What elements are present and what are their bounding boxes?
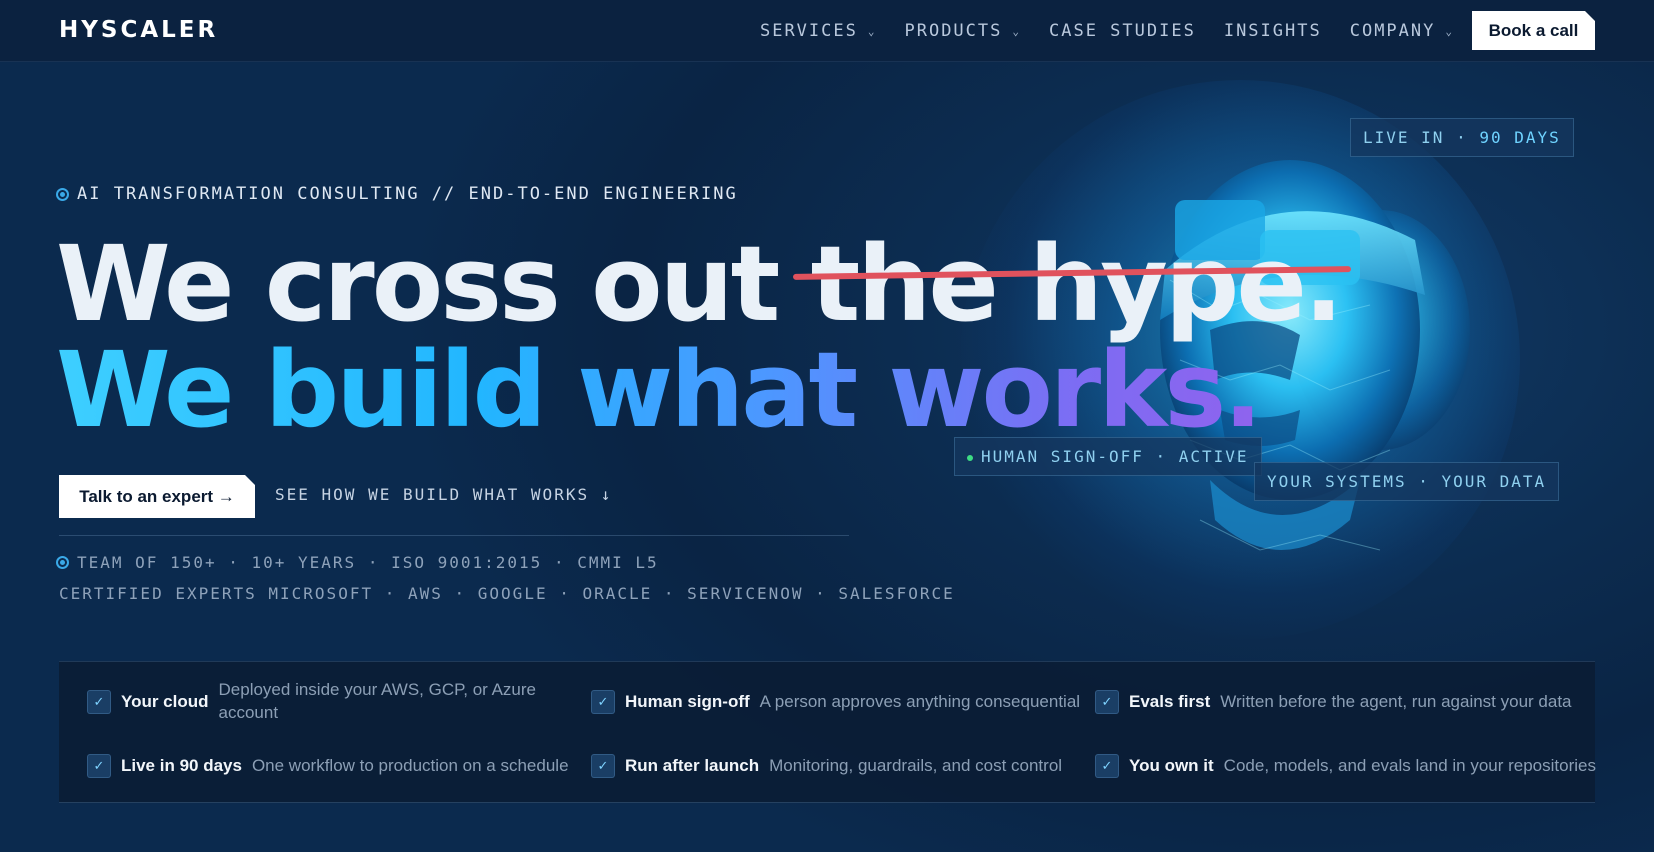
your-systems-tag: YOUR SYSTEMS · YOUR DATA (1254, 462, 1560, 501)
headline-line-2: We build what works. (56, 329, 1263, 451)
feature-item: ✓ Live in 90 days One workflow to produc… (87, 734, 591, 798)
nav-links: SERVICES ⌄ PRODUCTS ⌄ CASE STUDIES INSIG… (760, 0, 1454, 62)
nav-item-label: COMPANY (1349, 21, 1436, 41)
feature-title: Human sign-off (625, 692, 750, 711)
feature-desc: Written before the agent, run against yo… (1220, 691, 1572, 711)
live-in-prefix: LIVE IN · (1363, 128, 1480, 147)
see-how-link[interactable]: SEE HOW WE BUILD WHAT WORKS ↓ (275, 485, 612, 504)
nav-item-case-studies[interactable]: CASE STUDIES (1049, 21, 1196, 41)
feature-desc: A person approves anything consequential (759, 691, 1081, 711)
features-grid: ✓ Your cloud Deployed inside your AWS, G… (59, 661, 1596, 803)
check-icon: ✓ (591, 754, 615, 778)
status-dot-icon (967, 454, 973, 461)
chevron-down-icon: ⌄ (1012, 24, 1021, 38)
book-a-call-button[interactable]: Book a call (1472, 11, 1595, 50)
live-in-tag: LIVE IN · 90 DAYS (1350, 118, 1574, 157)
nav-item-services[interactable]: SERVICES ⌄ (760, 21, 877, 41)
chevron-down-icon: ⌄ (867, 24, 877, 38)
hero-eyebrow: AI TRANSFORMATION CONSULTING // END-TO-E… (56, 184, 738, 204)
credentials-line-1: TEAM OF 150+ · 10+ YEARS · ISO 9001:2015… (56, 553, 659, 572)
nav-item-label: PRODUCTS (904, 21, 1003, 41)
feature-desc: One workflow to production on a schedule (251, 755, 569, 775)
credentials-text-1: TEAM OF 150+ · 10+ YEARS · ISO 9001:2015… (77, 553, 659, 572)
feature-title: Evals first (1129, 692, 1211, 711)
feature-item: ✓ You own it Code, models, and evals lan… (1095, 734, 1623, 798)
headline-struck: the hype. (810, 223, 1344, 345)
eyebrow-text: AI TRANSFORMATION CONSULTING // END-TO-E… (77, 184, 738, 204)
top-nav: HYSCALER SERVICES ⌄ PRODUCTS ⌄ CASE STUD… (0, 0, 1654, 62)
headline-line-1: We cross out the hype. (56, 232, 1351, 336)
feature-desc: Code, models, and evals land in your rep… (1223, 755, 1596, 775)
feature-title: Run after launch (625, 756, 760, 775)
struck-phrase: the hype. (792, 232, 1351, 336)
divider (59, 535, 849, 536)
feature-item: ✓ Evals first Written before the agent, … (1095, 670, 1623, 734)
feature-item: ✓ Human sign-off A person approves anyth… (591, 670, 1095, 734)
feature-title: Live in 90 days (121, 756, 242, 775)
nav-item-company[interactable]: COMPANY ⌄ (1350, 21, 1454, 41)
check-icon: ✓ (1095, 754, 1119, 778)
check-icon: ✓ (1095, 690, 1119, 714)
headline-plain: We cross out (56, 223, 811, 345)
nav-item-label: INSIGHTS (1223, 21, 1322, 41)
check-icon: ✓ (591, 690, 615, 714)
dot-icon (56, 187, 69, 201)
feature-title: You own it (1129, 756, 1214, 775)
feature-desc: Monitoring, guardrails, and cost control (769, 755, 1063, 775)
nav-item-label: SERVICES (759, 21, 858, 41)
dot-icon (56, 556, 69, 569)
credentials-line-2: CERTIFIED EXPERTS MICROSOFT · AWS · GOOG… (59, 584, 955, 603)
nav-item-products[interactable]: PRODUCTS ⌄ (904, 21, 1021, 41)
nav-item-label: CASE STUDIES (1049, 21, 1196, 41)
feature-desc: Deployed inside your AWS, GCP, or Azure … (218, 680, 537, 722)
live-in-value: 90 DAYS (1479, 128, 1561, 147)
chevron-down-icon: ⌄ (1445, 24, 1454, 38)
check-icon: ✓ (87, 754, 111, 778)
feature-title: Your cloud (121, 692, 209, 711)
feature-item: ✓ Your cloud Deployed inside your AWS, G… (87, 670, 591, 734)
talk-to-expert-button[interactable]: Talk to an expert → (59, 475, 255, 518)
check-icon: ✓ (87, 690, 111, 714)
nav-item-insights[interactable]: INSIGHTS (1224, 21, 1322, 41)
logo[interactable]: HYSCALER (59, 17, 218, 43)
feature-item: ✓ Run after launch Monitoring, guardrail… (591, 734, 1095, 798)
